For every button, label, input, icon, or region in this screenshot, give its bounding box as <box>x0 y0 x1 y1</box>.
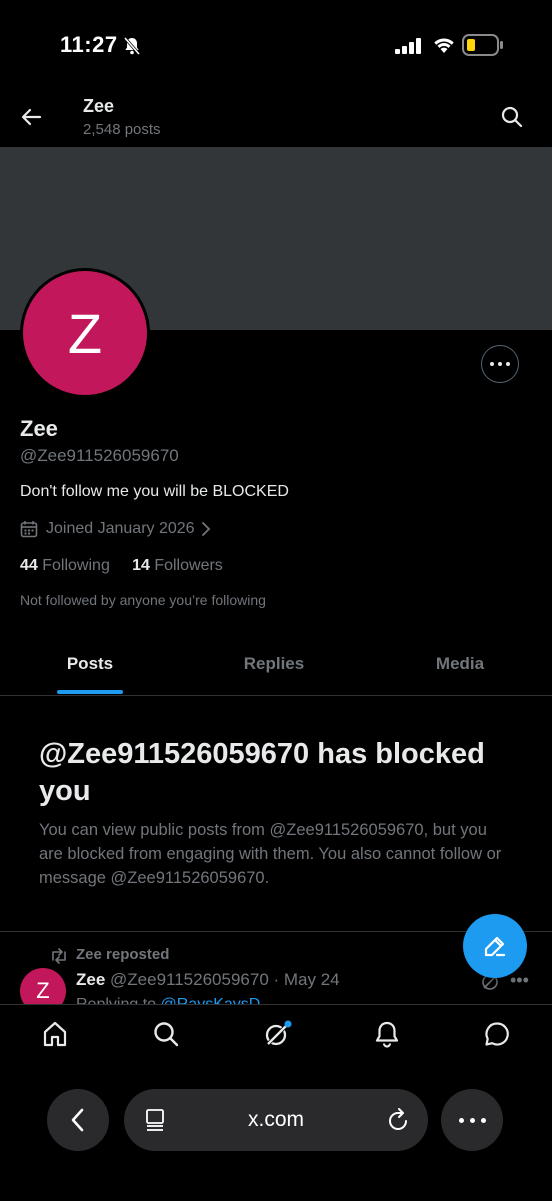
following-count: 44 <box>20 557 38 574</box>
chevron-right-icon <box>201 521 211 537</box>
cellular-signal-icon <box>395 38 423 54</box>
compose-post-button[interactable] <box>463 914 527 978</box>
notifications-icon[interactable] <box>373 1020 401 1048</box>
following-link[interactable]: 44 Following <box>20 557 110 574</box>
silent-mode-icon <box>122 36 142 56</box>
tab-media[interactable]: Media <box>368 654 552 674</box>
url-text: x.com <box>247 1108 304 1131</box>
post-author: Zee @Zee911526059670 · May 24 <box>76 970 340 990</box>
profile-name: Zee <box>20 416 58 441</box>
calendar-icon <box>20 520 38 538</box>
followers-link[interactable]: 14 Followers <box>132 557 223 574</box>
tabs-divider <box>0 695 552 696</box>
active-tab-indicator <box>57 690 123 694</box>
browser-back-button[interactable] <box>47 1089 109 1151</box>
followers-count: 14 <box>132 557 150 574</box>
not-followed-note: Not followed by anyone you’re following <box>20 592 266 608</box>
blocked-title: @Zee911526059670 has blocked you <box>39 738 485 807</box>
back-icon[interactable] <box>20 106 42 128</box>
reload-icon[interactable] <box>386 1107 410 1133</box>
profile-avatar[interactable]: Z <box>20 268 150 398</box>
post-author-meta: @Zee911526059670 · May 24 <box>110 970 340 989</box>
profile-handle: @Zee911526059670 <box>20 446 179 465</box>
tab-posts[interactable]: Posts <box>0 654 182 674</box>
chevron-left-icon <box>71 1108 84 1132</box>
header-post-count: 2,548 posts <box>83 121 161 138</box>
header-title: Zee <box>83 96 115 116</box>
post-author-name[interactable]: Zee <box>76 970 105 989</box>
compose-icon <box>484 936 506 957</box>
status-time: 11:27 <box>60 32 118 57</box>
wifi-icon <box>432 36 456 54</box>
following-label: Following <box>42 557 110 574</box>
search-icon[interactable] <box>500 105 524 129</box>
joined-label: Joined January 2026 <box>46 520 195 537</box>
repost-label: Zee reposted <box>76 946 170 963</box>
explore-search-icon[interactable] <box>152 1020 180 1048</box>
followers-label: Followers <box>154 557 223 574</box>
tab-replies[interactable]: Replies <box>182 654 366 674</box>
battery-low-icon <box>462 34 504 56</box>
grok-icon[interactable] <box>262 1020 292 1050</box>
messages-icon[interactable] <box>483 1020 511 1048</box>
address-bar[interactable]: x.com <box>124 1089 428 1151</box>
home-icon[interactable] <box>41 1020 69 1048</box>
post-more-icon[interactable]: ••• <box>510 970 529 991</box>
more-options-button[interactable] <box>481 345 519 383</box>
follow-stats: 44 Following 14 Followers <box>20 557 223 575</box>
blocked-description: You can view public posts from @Zee91152… <box>39 821 502 887</box>
joined-date[interactable]: Joined January 2026 <box>20 520 211 538</box>
profile-bio: Don't follow me you will be BLOCKED <box>20 483 289 500</box>
browser-more-button[interactable] <box>441 1089 503 1151</box>
repost-icon <box>50 948 68 964</box>
